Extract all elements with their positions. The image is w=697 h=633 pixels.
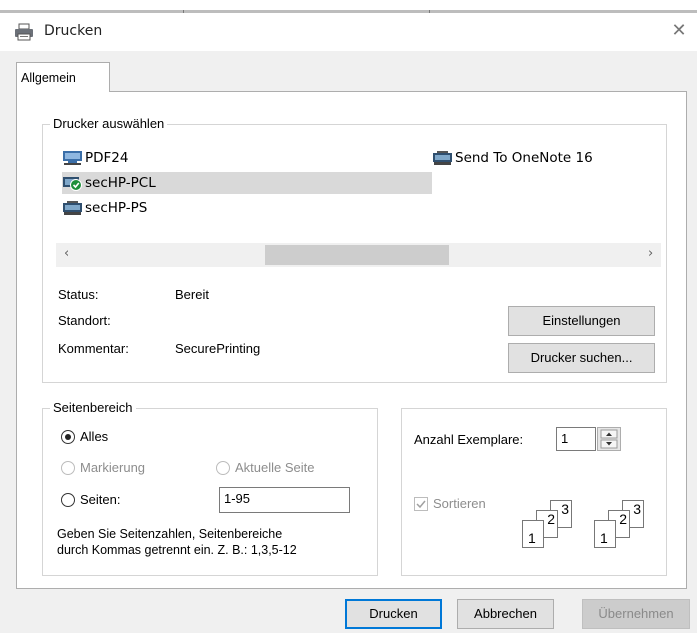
default-printer-icon — [63, 177, 82, 191]
printer-item-pdf24[interactable]: PDF24 — [62, 147, 432, 169]
copies-label: Anzahl Exemplare: — [414, 432, 524, 447]
collate-checkbox[interactable] — [414, 497, 428, 511]
page-digit: 2 — [547, 511, 555, 527]
status-value: Bereit — [175, 287, 209, 302]
find-printer-button[interactable]: Drucker suchen... — [508, 343, 655, 373]
page-digit: 2 — [619, 511, 627, 527]
print-button[interactable]: Drucken — [345, 599, 442, 629]
radio-all[interactable] — [61, 430, 75, 444]
radio-pages-label: Seiten: — [80, 492, 121, 507]
printer-item-onenote[interactable]: Send To OneNote 16 — [432, 147, 652, 169]
copies-input[interactable]: 1 — [556, 427, 596, 451]
page-digit: 3 — [633, 501, 641, 517]
pages-input[interactable]: 1-95 — [219, 487, 350, 513]
printer-item-sechp-pcl[interactable]: secHP-PCL — [62, 172, 432, 194]
scroll-left-icon[interactable]: ‹ — [64, 246, 69, 261]
comment-label: Kommentar: — [58, 341, 129, 356]
scrollbar-thumb[interactable] — [265, 245, 449, 265]
scroll-right-icon[interactable]: › — [648, 246, 653, 261]
title-bar — [0, 13, 697, 51]
hint-line: Geben Sie Seitenzahlen, Seitenbereiche — [57, 527, 283, 541]
printer-name: secHP-PCL — [85, 175, 156, 191]
radio-all-label: Alles — [80, 429, 109, 444]
page-range-hint: Geben Sie Seitenzahlen, Seitenbereiche d… — [57, 526, 297, 558]
tab-label: Allgemein — [21, 71, 76, 85]
radio-current-page-label: Aktuelle Seite — [235, 460, 315, 475]
printer-name: PDF24 — [85, 150, 129, 166]
printer-name: Send To OneNote 16 — [455, 150, 593, 166]
hint-line: durch Kommas getrennt ein. Z. B.: 1,3,5-… — [57, 543, 297, 557]
tab-allgemein[interactable]: Allgemein — [16, 62, 110, 92]
settings-button[interactable]: Einstellungen — [508, 306, 655, 336]
radio-pages[interactable] — [61, 493, 75, 507]
page-digit: 1 — [528, 530, 536, 546]
close-icon[interactable]: ✕ — [668, 20, 690, 42]
page-range-legend: Seitenbereich — [50, 400, 136, 415]
collate-illustration-icon: 3 2 1 — [522, 500, 594, 550]
printer-item-sechp-ps[interactable]: secHP-PS — [62, 197, 432, 219]
window-title: Drucken — [44, 23, 103, 39]
collate-illustration-icon: 3 2 1 — [594, 500, 666, 550]
page-digit: 1 — [600, 530, 608, 546]
cancel-button[interactable]: Abbrechen — [457, 599, 554, 629]
status-label: Status: — [58, 287, 99, 302]
location-label: Standort: — [58, 313, 111, 328]
collate-label: Sortieren — [433, 496, 486, 511]
printer-icon — [14, 23, 34, 41]
radio-current-page[interactable] — [216, 461, 230, 475]
printer-icon — [63, 201, 82, 215]
printer-group-legend: Drucker auswählen — [50, 116, 168, 131]
radio-selection-label: Markierung — [80, 460, 146, 475]
comment-value: SecurePrinting — [175, 341, 261, 356]
printer-icon — [63, 151, 82, 165]
copies-spinner[interactable] — [597, 427, 621, 451]
printer-icon — [433, 151, 452, 165]
apply-button[interactable]: Übernehmen — [582, 599, 690, 629]
spinner-arrows-icon — [600, 429, 618, 449]
radio-selection[interactable] — [61, 461, 75, 475]
page-digit: 3 — [561, 501, 569, 517]
printer-name: secHP-PS — [85, 200, 148, 216]
checkmark-icon — [416, 500, 426, 509]
